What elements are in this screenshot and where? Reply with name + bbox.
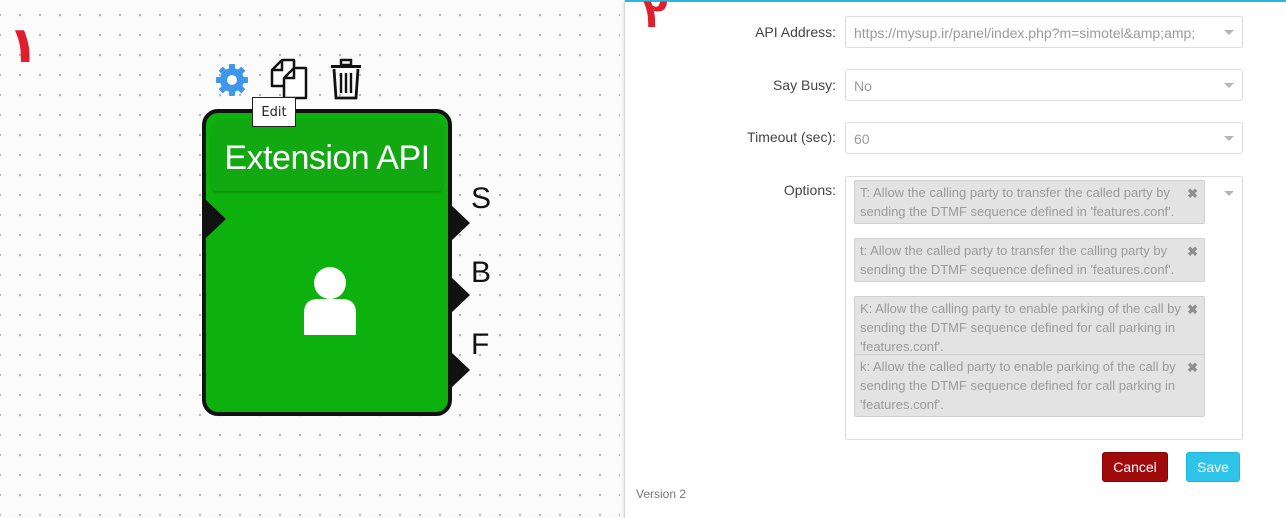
option-chip: T: Allow the calling party to transfer t… <box>854 180 1205 224</box>
output-port-b[interactable] <box>450 276 470 314</box>
option-chip: t: Allow the called party to transfer th… <box>854 238 1205 282</box>
api-address-label: API Address: <box>755 24 836 40</box>
cancel-button[interactable]: Cancel <box>1102 452 1168 482</box>
copy-icon[interactable] <box>266 56 312 102</box>
output-port-f[interactable] <box>450 351 470 389</box>
say-busy-value: No <box>854 78 872 94</box>
save-button[interactable]: Save <box>1186 452 1240 482</box>
say-busy-label: Say Busy: <box>772 77 836 93</box>
option-chip: k: Allow the called party to enable park… <box>854 354 1205 417</box>
remove-option-icon[interactable]: ✖ <box>1187 300 1198 319</box>
remove-option-icon[interactable]: ✖ <box>1187 184 1198 203</box>
option-chip-text: K: Allow the calling party to enable par… <box>860 301 1181 354</box>
annotation-marker-1: ۱ <box>8 16 39 74</box>
port-label-s: S <box>471 182 492 215</box>
edit-tooltip: Edit <box>252 97 296 127</box>
timeout-select[interactable]: 60 <box>845 122 1243 154</box>
chevron-down-icon <box>1224 191 1234 196</box>
chevron-down-icon <box>1224 30 1234 35</box>
options-label: Options: <box>783 182 836 198</box>
output-port-s[interactable] <box>450 204 470 242</box>
flow-canvas[interactable]: ۱ Edit Extension API S B F <box>0 0 620 518</box>
node-header: Extension API <box>212 119 442 191</box>
chevron-down-icon <box>1224 83 1234 88</box>
node-title: Extension API <box>224 139 430 177</box>
timeout-label: Timeout (sec): <box>747 129 836 145</box>
api-address-value: https://mysup.ir/panel/index.php?m=simot… <box>854 25 1196 41</box>
option-chip-text: T: Allow the calling party to transfer t… <box>860 185 1175 219</box>
chevron-down-icon <box>1224 136 1234 141</box>
remove-option-icon[interactable]: ✖ <box>1187 242 1198 261</box>
properties-panel: API Address: https://mysup.ir/panel/inde… <box>624 0 1286 518</box>
gear-icon[interactable] <box>212 60 252 100</box>
option-chip-text: k: Allow the called party to enable park… <box>860 359 1176 412</box>
timeout-value: 60 <box>854 131 870 147</box>
input-port[interactable] <box>206 200 226 238</box>
option-chip-text: t: Allow the called party to transfer th… <box>860 243 1175 277</box>
extension-api-node[interactable]: Extension API <box>202 109 452 416</box>
user-icon <box>304 267 356 335</box>
version-label: Version 2 <box>636 487 687 501</box>
annotation-marker-2: ۲ <box>643 0 668 37</box>
options-multiselect[interactable]: T: Allow the calling party to transfer t… <box>845 176 1243 440</box>
option-chip: K: Allow the calling party to enable par… <box>854 296 1205 359</box>
port-label-b: B <box>471 256 492 289</box>
panel-accent-line <box>625 0 1286 2</box>
api-address-select[interactable]: https://mysup.ir/panel/index.php?m=simot… <box>845 16 1243 48</box>
port-label-f: F <box>471 328 490 361</box>
trash-icon[interactable] <box>328 58 364 100</box>
say-busy-select[interactable]: No <box>845 69 1243 101</box>
remove-option-icon[interactable]: ✖ <box>1187 358 1198 377</box>
